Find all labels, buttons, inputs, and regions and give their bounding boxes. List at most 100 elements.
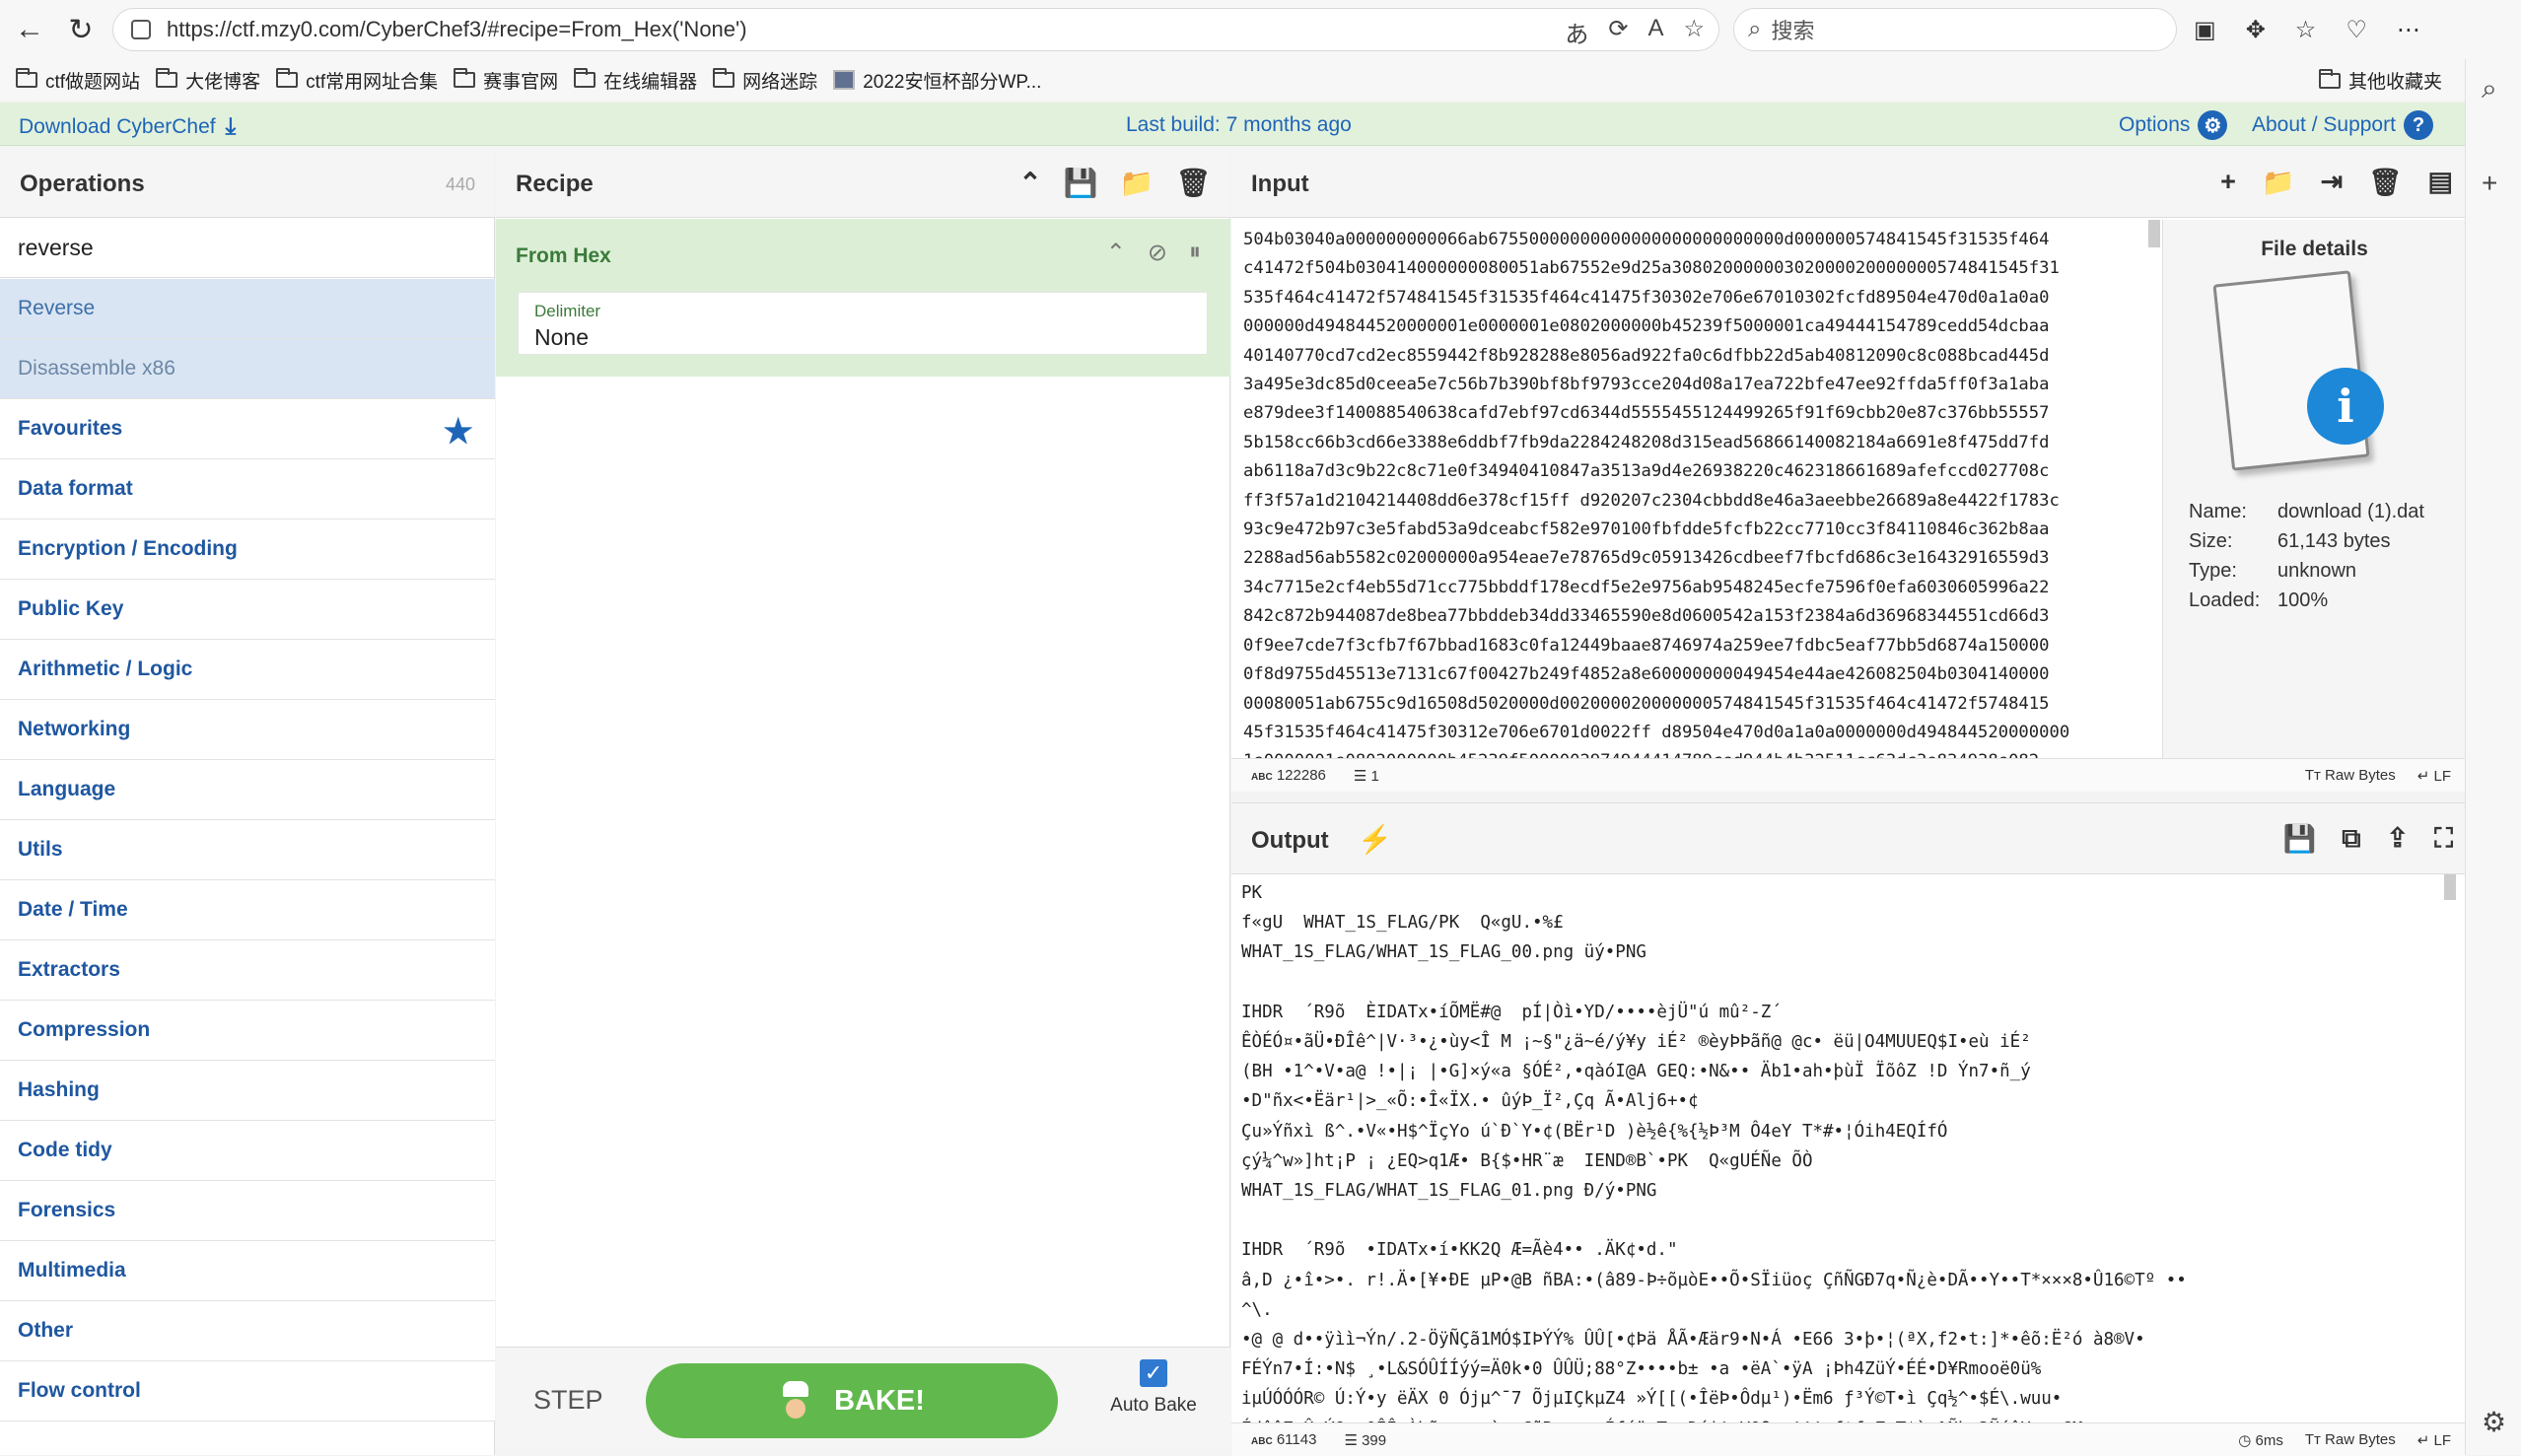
input-line: 5b158cc66b3cd66e3388e6ddbf7fb9da22842482… (1243, 432, 2050, 452)
save-icon[interactable]: 💾 (1064, 167, 1098, 199)
folder-icon (2318, 68, 2341, 89)
collapse-arrow-icon[interactable]: ⌃ (1106, 239, 1126, 267)
clear-input-icon[interactable]: 🗑 (2368, 167, 2402, 198)
step-button[interactable]: STEP (533, 1385, 603, 1416)
bookmark-folder[interactable]: 网络迷踪 (713, 67, 817, 94)
open-folder-icon[interactable]: 📁 (1120, 167, 1155, 199)
eol-selector[interactable]: ↵ LF (2417, 767, 2451, 785)
category-data-format[interactable]: Data format (0, 459, 495, 520)
gear-icon: ⚙ (2198, 110, 2228, 140)
category-public-key[interactable]: Public Key (0, 580, 495, 640)
browser-search-box[interactable]: ⌕ 搜索 (1733, 8, 2177, 51)
category-favourites[interactable]: Favourites ★ (0, 399, 495, 459)
output-textarea[interactable]: PK f«gU WHAT_1S_FLAG/PK Q«gU.•%£ WHAT_1S_F… (1241, 878, 2449, 1422)
eol-selector[interactable]: ↵ LF (2417, 1431, 2451, 1449)
save-output-icon[interactable]: 💾 (2283, 823, 2317, 855)
delimiter-field[interactable]: Delimiter None (518, 292, 1208, 355)
bookmark-link[interactable]: 2022安恒杯部分WP... (833, 67, 1041, 94)
favorites-icon[interactable]: ☆ (2295, 16, 2317, 44)
bake-button[interactable]: BAKE! (646, 1363, 1058, 1438)
more-icon[interactable]: ⋯ (2397, 16, 2420, 44)
delimiter-label: Delimiter (534, 302, 601, 320)
about-support-link[interactable]: About / Support ? (2252, 110, 2433, 140)
cyberchef-banner: Download CyberChef ⤓ Last build: 7 month… (0, 103, 2465, 146)
magic-wand-icon[interactable]: ⚡ (1358, 823, 1392, 856)
delimiter-value[interactable]: None (534, 324, 589, 351)
category-hashing[interactable]: Hashing (0, 1061, 495, 1121)
input-textarea[interactable]: 504b03040a000000000066ab6755000000000000… (1243, 226, 2150, 758)
charset-selector[interactable]: Tт Raw Bytes (2305, 1431, 2396, 1449)
output-line: •D"ñx<•Ëär¹|>_«Õ:•Î«ÏX.• ûýÞ_Ï²,Çq Ã•Alj… (1241, 1091, 1699, 1112)
address-bar[interactable]: https://ctf.mzy0.com/CyberChef3/#recipe=… (112, 8, 1719, 51)
category-encryption-encoding[interactable]: Encryption / Encoding (0, 520, 495, 580)
recipe-operation-from-hex[interactable]: From Hex ⌃ ⊘ ⏸ Delimiter None (496, 219, 1230, 377)
refresh-icon[interactable]: ↻ (59, 8, 103, 51)
disable-icon[interactable]: ⊘ (1148, 239, 1167, 267)
auto-bake-toggle[interactable]: ✓ Auto Bake (1099, 1359, 1208, 1417)
download-icon: ⤓ (225, 113, 237, 140)
bookmark-folder[interactable]: ctf做题网站 (16, 67, 140, 94)
back-icon[interactable]: ← (8, 8, 51, 51)
category-date-time[interactable]: Date / Time (0, 880, 495, 940)
input-line: 45f31535f464c41475f30312e706e6701d0022ff… (1243, 722, 2070, 742)
collapse-icon[interactable]: ⌃ (1018, 167, 1041, 199)
delete-icon[interactable]: 🗑 (1175, 167, 1211, 199)
favorite-star-icon[interactable]: ☆ (1683, 15, 1705, 49)
recipe-operation-name: From Hex (516, 244, 611, 267)
output-line: IHDR ´R9õ ÈIDATx•íÕMË#@ pÍ|Òì•YD/••••èjÜ… (1241, 1002, 1782, 1022)
output-line: iµÚÓÓÓR© Ú:Ý•y ëÄX 0 Ójµ^¯7 ÕjµIÇkµZ4 »Ý… (1241, 1389, 2063, 1410)
output-scrollbar[interactable] (2444, 874, 2456, 900)
star-icon: ★ (443, 413, 473, 451)
bookmark-folder[interactable]: ctf常用网址合集 (276, 67, 438, 94)
input-line: ab6118a7d3c9b22c8c71e0f34940410847a3513a… (1243, 461, 2050, 482)
open-file-icon[interactable]: ⇥ (2321, 167, 2344, 198)
category-extractors[interactable]: Extractors (0, 940, 495, 1001)
file-type-row: Type: unknown (2189, 560, 2357, 582)
settings-gear-icon[interactable]: ⚙ (2482, 1406, 2506, 1438)
pause-icon[interactable]: ⏸ (1189, 239, 1201, 267)
category-arithmetic-logic[interactable]: Arithmetic / Logic (0, 640, 495, 700)
category-compression[interactable]: Compression (0, 1001, 495, 1061)
input-line: 0f8d9755d45513e7131c67f00427b249f4852a8e… (1243, 664, 2050, 685)
replace-input-icon[interactable]: ⇪ (2386, 823, 2409, 855)
category-networking[interactable]: Networking (0, 700, 495, 760)
bookmark-folder[interactable]: 赛事官网 (454, 67, 558, 94)
options-link[interactable]: Options ⚙ (2119, 110, 2228, 140)
input-scrollbar[interactable] (2148, 220, 2160, 247)
operation-disassemble-x86[interactable]: Disassemble x86 (0, 339, 495, 399)
sync-icon[interactable]: ⟳ (1608, 15, 1628, 49)
extensions-puzzle-icon[interactable]: ✥ (2246, 16, 2266, 44)
translate-icon[interactable]: あ (1565, 15, 1588, 49)
reset-layout-icon[interactable]: ▤ (2427, 167, 2453, 198)
bookmark-folder[interactable]: 在线编辑器 (574, 67, 697, 94)
category-forensics[interactable]: Forensics (0, 1181, 495, 1241)
read-aloud-icon[interactable]: A (1647, 15, 1663, 49)
download-cyberchef-link[interactable]: Download CyberChef ⤓ (19, 113, 236, 141)
other-bookmarks[interactable]: 其他收藏夹 (2318, 67, 2442, 94)
category-multimedia[interactable]: Multimedia (0, 1241, 495, 1301)
input-status-bar: ABC 122286 ☰ 1 Tт Raw Bytes ↵ LF (1231, 758, 2465, 792)
search-icon[interactable]: ⌕ (2482, 73, 2497, 105)
bookmark-folder[interactable]: 大佬博客 (156, 67, 260, 94)
category-language[interactable]: Language (0, 760, 495, 820)
input-line: 535f464c41472f574841545f31535f464c41475f… (1243, 287, 2050, 308)
browser-essentials-icon[interactable]: ♡ (2346, 16, 2367, 44)
extension-icon[interactable]: ▣ (2194, 16, 2216, 44)
copy-output-icon[interactable]: ⧉ (2342, 823, 2360, 855)
category-flow-control[interactable]: Flow control (0, 1361, 495, 1421)
maximise-icon[interactable]: ⛶ (2434, 823, 2453, 855)
operations-header: Operations 440 (0, 147, 495, 218)
operation-reverse[interactable]: Reverse (0, 279, 495, 339)
operations-search-input[interactable]: reverse (0, 219, 495, 278)
add-tab-icon[interactable]: + (2220, 167, 2236, 198)
checkbox-checked-icon[interactable]: ✓ (1140, 1359, 1167, 1387)
url-text[interactable]: https://ctf.mzy0.com/CyberChef3/#recipe=… (167, 17, 747, 42)
last-build: Last build: 7 months ago (1126, 113, 1352, 136)
add-icon[interactable]: + (2482, 168, 2497, 199)
category-utils[interactable]: Utils (0, 820, 495, 880)
input-line: ff3f57a1d2104214408dd6e378cf15ff d920207… (1243, 490, 2060, 511)
open-folder-icon[interactable]: 📁 (2262, 167, 2295, 198)
charset-selector[interactable]: Tт Raw Bytes (2305, 767, 2396, 785)
category-other[interactable]: Other (0, 1301, 495, 1361)
category-code-tidy[interactable]: Code tidy (0, 1121, 495, 1181)
